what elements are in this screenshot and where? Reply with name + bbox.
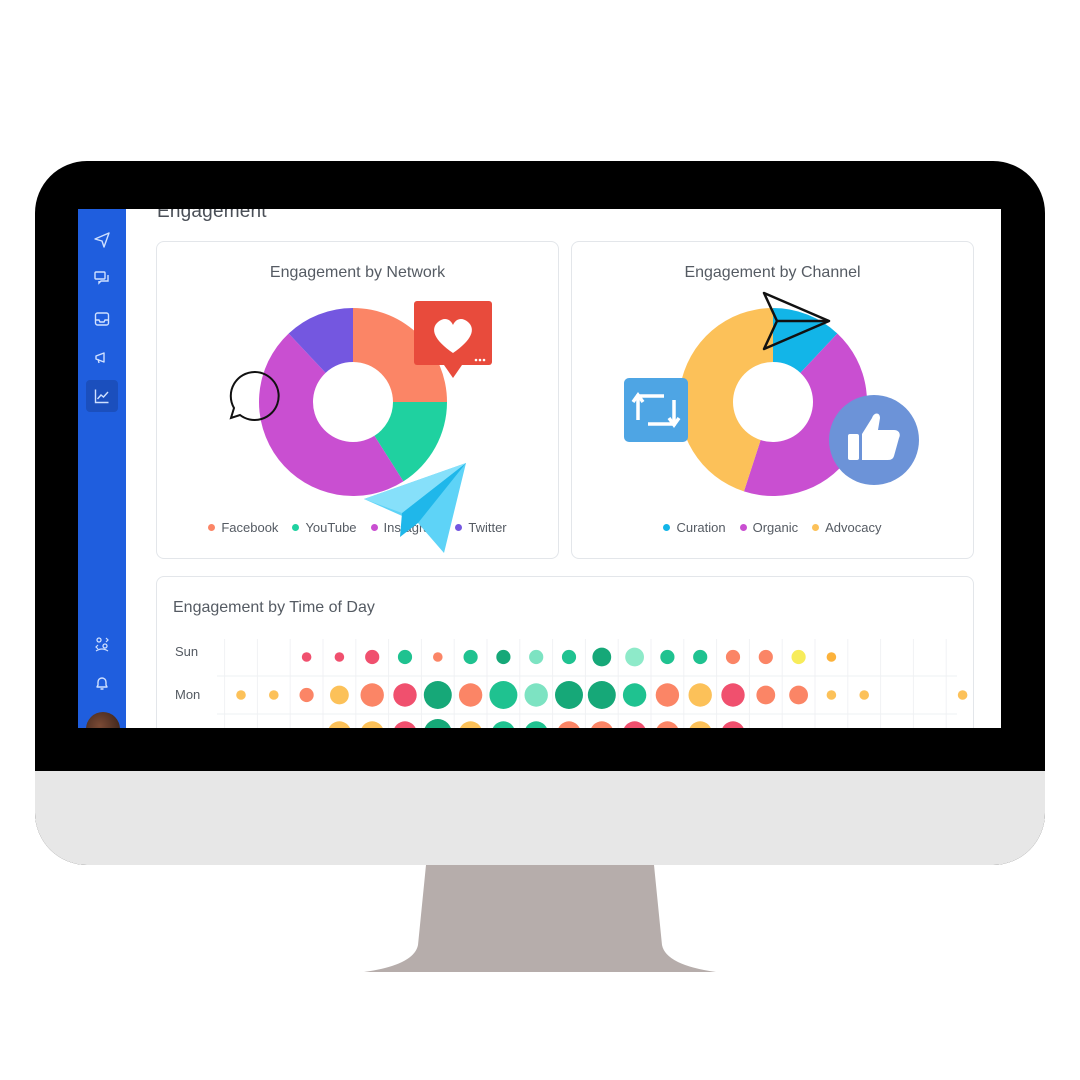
legend-label: Organic [752,520,799,535]
bubble[interactable] [826,652,837,662]
bubble[interactable] [463,649,478,665]
inbox-icon[interactable] [90,307,114,331]
bubble[interactable] [789,685,808,705]
monitor-stand [364,865,716,972]
bubble[interactable] [826,690,837,700]
paper-plane-icon [364,463,466,553]
megaphone-icon[interactable] [90,346,114,370]
bubble[interactable] [587,681,616,709]
advocacy-dot [812,524,820,531]
bubble[interactable] [360,683,384,707]
bubble[interactable] [721,683,745,707]
monitor-chin [35,771,1045,865]
bubble[interactable] [393,683,417,707]
legend-item-youtube[interactable]: YouTube [292,520,357,535]
speech-bubble-icon [229,370,280,421]
chat-bubbles-icon[interactable] [90,266,114,290]
bubble[interactable] [693,649,708,665]
bubble[interactable] [721,721,744,728]
thumbs-up-icon [829,395,919,485]
legend-label: Twitter [468,520,507,535]
bubble[interactable] [957,690,968,700]
send-arrow-icon [762,291,831,351]
bubble[interactable] [524,683,548,707]
bubble[interactable] [269,690,279,700]
bubble[interactable] [328,721,351,728]
legend-label: Facebook [221,520,279,535]
bubble[interactable] [592,647,612,667]
avatar[interactable] [86,712,120,728]
bubble[interactable] [688,683,712,707]
bubble[interactable] [496,649,511,665]
channel-legend: Curation Organic Advocacy [572,520,973,535]
bubble[interactable] [489,681,518,709]
bubble[interactable] [656,721,679,728]
switch-user-icon[interactable] [90,632,114,656]
bubble[interactable] [655,683,680,707]
bubble[interactable] [492,721,515,728]
bubble[interactable] [625,647,644,667]
legend-item-curation[interactable]: Curation [663,520,726,535]
bubble[interactable] [561,649,577,665]
legend-label: YouTube [305,520,357,535]
bubble[interactable] [725,649,741,665]
network-legend: Facebook YouTube Instagram Twitter [157,520,558,535]
retweet-icon [624,378,688,442]
time-of-day-bubble-chart [217,639,968,728]
bubble[interactable] [365,649,380,665]
bubble[interactable] [555,681,583,709]
bell-icon[interactable] [90,671,114,695]
heart-notification-icon [414,301,492,378]
bubble[interactable] [299,687,314,703]
bubble[interactable] [689,721,712,728]
bubble[interactable] [459,721,482,728]
legend-item-facebook[interactable]: Facebook [208,520,278,535]
bubble[interactable] [361,721,384,728]
youtube-dot [292,524,300,531]
bubble[interactable] [756,685,776,705]
bubble[interactable] [330,685,349,705]
bubble[interactable] [334,652,345,662]
bubble[interactable] [623,721,646,728]
bubble[interactable] [397,649,413,665]
bubble[interactable] [791,649,806,665]
bubble[interactable] [236,690,246,700]
bubble[interactable] [393,721,416,728]
monitor-frame: Engagement Engagement by Network Faceboo… [35,161,1045,865]
bubble[interactable] [424,719,452,728]
page-title: Engagement [157,209,267,222]
time-of-day-card: Engagement by Time of Day Sun Mon [156,576,974,728]
legend-label: Advocacy [825,520,882,535]
bubble[interactable] [525,721,548,728]
bubble[interactable] [590,721,613,728]
bubble[interactable] [301,652,312,662]
bubble[interactable] [423,681,452,709]
paper-plane-icon[interactable] [90,228,114,252]
bubble[interactable] [758,649,773,665]
network-donut-chart [259,308,447,496]
bubble[interactable] [433,652,443,662]
analytics-chart-icon[interactable] [86,380,118,412]
sidebar [78,209,126,728]
bubble[interactable] [557,721,580,728]
legend-item-advocacy[interactable]: Advocacy [812,520,882,535]
facebook-dot [208,524,216,531]
bubble[interactable] [660,649,675,665]
legend-item-organic[interactable]: Organic [739,520,799,535]
curation-dot [663,524,671,531]
organic-dot [739,524,747,531]
network-card: Engagement by Network Facebook YouTube I… [156,241,559,559]
bubble[interactable] [529,649,544,665]
bubble[interactable] [622,683,647,707]
bubble[interactable] [859,690,869,700]
legend-label: Curation [676,520,726,535]
bubble[interactable] [458,683,483,707]
